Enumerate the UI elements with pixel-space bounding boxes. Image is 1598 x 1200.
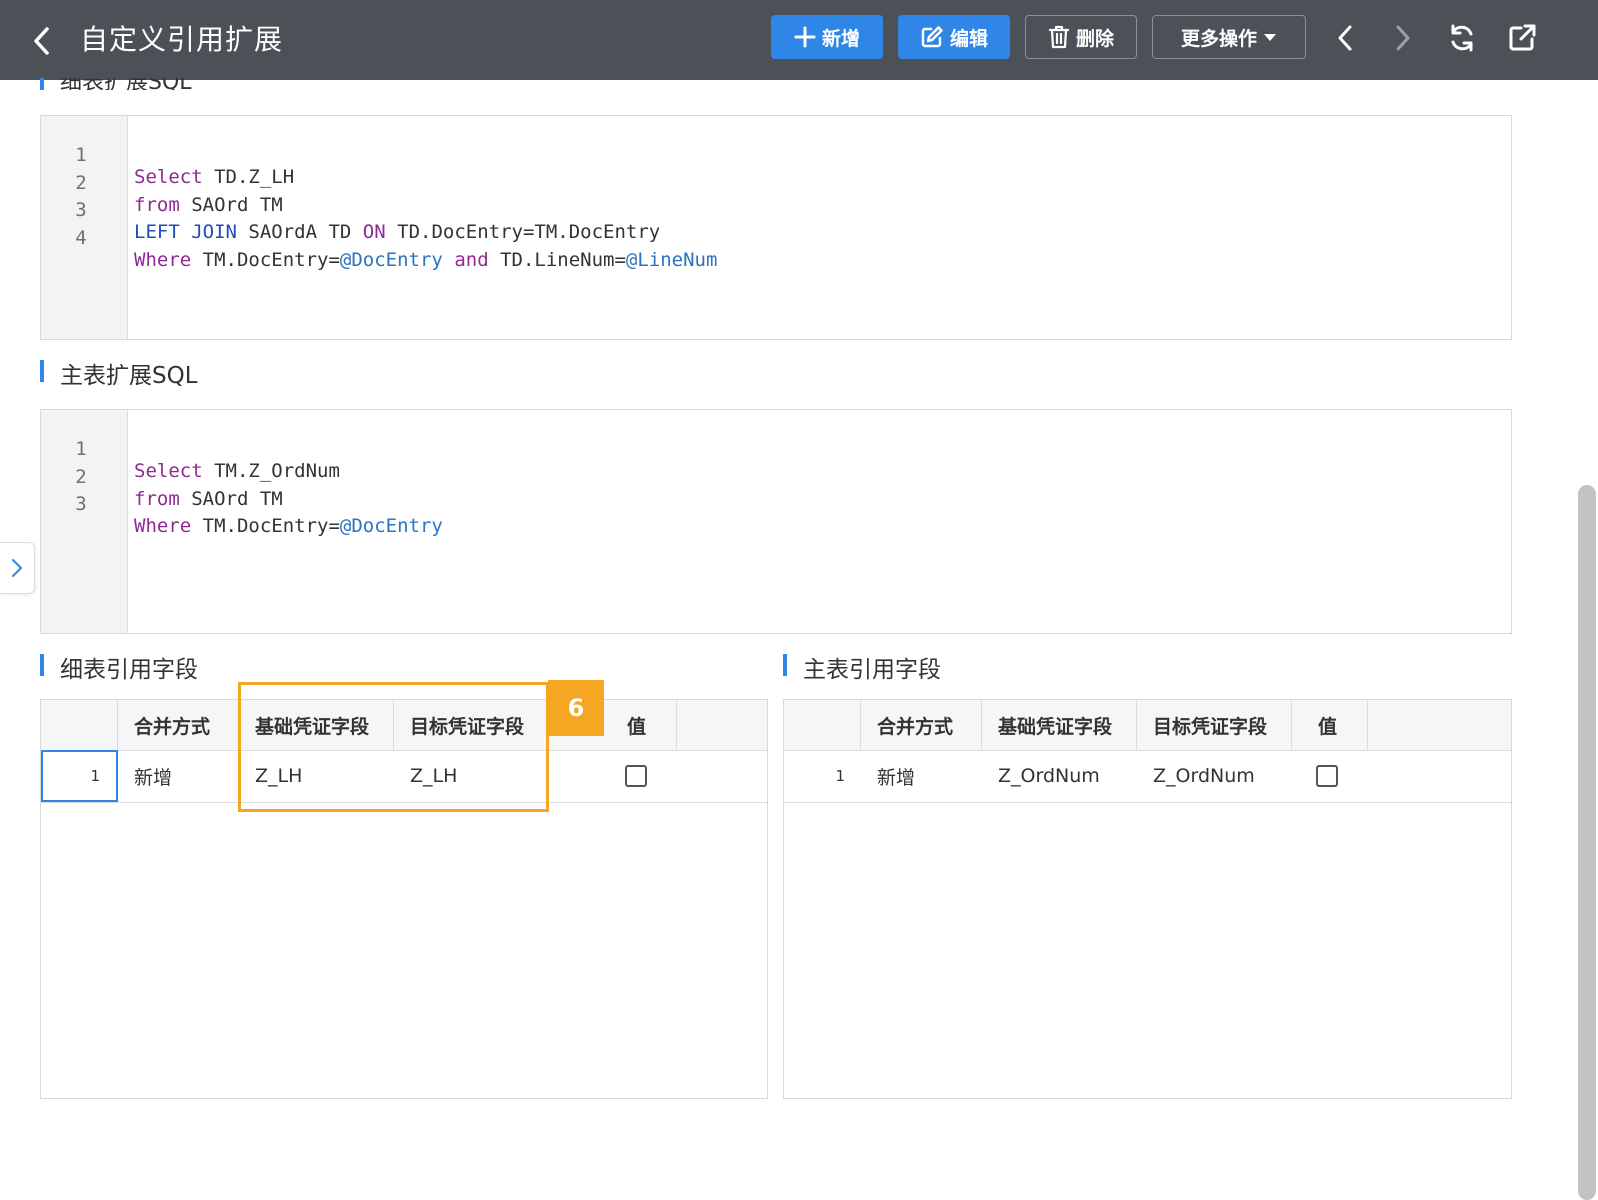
line-number: 3	[75, 493, 87, 515]
edit-icon	[921, 26, 943, 48]
value-cell	[1292, 750, 1368, 802]
vertical-scrollbar[interactable]	[1568, 80, 1598, 1200]
code-line-2: from SAOrd TM	[134, 194, 283, 216]
detail-fields-title-text: 细表引用字段	[60, 657, 198, 683]
row-number[interactable]: 1	[784, 750, 861, 802]
code-line-3: LEFT JOIN SAOrdA TD ON TD.DocEntry=TM.Do…	[134, 221, 661, 243]
line-number: 4	[75, 227, 87, 249]
main-sql-section-title: 主表扩展SQL	[40, 358, 340, 389]
row-number-header	[784, 700, 861, 750]
code-line-3: Where TM.DocEntry=@DocEntry	[134, 515, 443, 537]
merge-mode-cell[interactable]: 新增	[861, 750, 982, 802]
page-title: 自定义引用扩展	[80, 23, 284, 56]
refresh-icon	[1451, 24, 1473, 52]
main-fields-title-text: 主表引用字段	[803, 657, 941, 683]
prev-record-button[interactable]	[1330, 22, 1360, 54]
delete-button[interactable]: 删除	[1025, 15, 1137, 59]
app-header: 自定义引用扩展 新增 编辑 删除 更多操作	[0, 0, 1598, 80]
caret-down-icon	[1264, 34, 1276, 41]
row-number[interactable]: 1	[41, 750, 118, 802]
callout-badge: 6	[548, 680, 604, 736]
more-actions-dropdown[interactable]: 更多操作	[1152, 15, 1306, 59]
main-fields-grid: 合并方式 基础凭证字段 目标凭证字段 值 1 新增 Z_OrdNum Z_Ord…	[783, 699, 1512, 1099]
callout-highlight-box	[238, 682, 549, 812]
grid-header: 合并方式 基础凭证字段 目标凭证字段 值	[784, 700, 1511, 751]
refresh-button[interactable]	[1447, 22, 1477, 54]
main-sql-editor[interactable]: 1 Select TM.Z_OrdNum 2 from SAOrd TM 3 W…	[40, 409, 1512, 634]
delete-button-label: 删除	[1075, 27, 1114, 50]
code-line-1: Select TD.Z_LH	[134, 166, 295, 188]
open-new-window-button[interactable]	[1507, 22, 1537, 54]
edit-button-label: 编辑	[949, 27, 988, 50]
column-header[interactable]: 基础凭证字段	[982, 700, 1137, 750]
section-accent-bar	[783, 654, 787, 676]
value-checkbox[interactable]	[625, 765, 647, 787]
chevron-right-icon	[12, 559, 22, 577]
external-link-icon	[1509, 24, 1536, 51]
edit-button[interactable]: 编辑	[898, 15, 1010, 59]
side-panel-toggle[interactable]	[0, 542, 35, 594]
section-accent-bar	[40, 78, 44, 90]
column-header[interactable]: 值	[1292, 700, 1368, 750]
code-line-4: Where TM.DocEntry=@DocEntry and TD.LineN…	[134, 249, 718, 271]
trash-icon	[1048, 25, 1070, 49]
base-field-cell[interactable]: Z_OrdNum	[982, 750, 1137, 802]
detail-sql-section-title: 细表扩展SQL	[40, 78, 340, 90]
scrollbar-thumb[interactable]	[1578, 485, 1596, 1200]
detail-sql-title-text: 细表扩展SQL	[60, 78, 192, 90]
column-header[interactable]: 合并方式	[118, 700, 239, 750]
column-header[interactable]: 目标凭证字段	[1137, 700, 1292, 750]
merge-mode-cell[interactable]: 新增	[118, 750, 239, 802]
back-arrow-icon[interactable]	[30, 24, 52, 58]
value-cell	[549, 750, 677, 802]
add-button-label: 新增	[821, 27, 860, 50]
chevron-right-icon	[1396, 25, 1410, 51]
more-actions-label: 更多操作	[1180, 27, 1257, 50]
target-field-cell[interactable]: Z_OrdNum	[1137, 750, 1292, 802]
chevron-left-icon	[1338, 25, 1352, 51]
table-row[interactable]: 1 新增 Z_OrdNum Z_OrdNum	[784, 750, 1511, 803]
section-accent-bar	[40, 654, 44, 676]
main-sql-title-text: 主表扩展SQL	[60, 363, 198, 389]
code-line-2: from SAOrd TM	[134, 488, 283, 510]
column-header[interactable]: 合并方式	[861, 700, 982, 750]
section-accent-bar	[40, 360, 44, 382]
detail-sql-editor[interactable]: 1 Select TD.Z_LH 2 from SAOrd TM 3 LEFT …	[40, 115, 1512, 340]
main-fields-section-title: 主表引用字段	[783, 652, 1083, 683]
value-checkbox[interactable]	[1316, 765, 1338, 787]
detail-fields-section-title: 细表引用字段	[40, 652, 340, 683]
row-number-header	[41, 700, 118, 750]
code-line-1: Select TM.Z_OrdNum	[134, 460, 340, 482]
plus-icon	[794, 26, 816, 48]
next-record-button[interactable]	[1388, 22, 1418, 54]
add-button[interactable]: 新增	[771, 15, 883, 59]
